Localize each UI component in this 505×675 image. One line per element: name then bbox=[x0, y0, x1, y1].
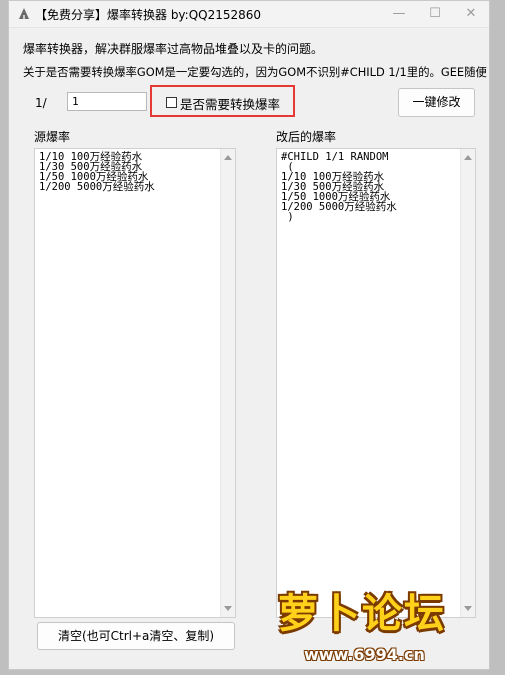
result-rate-line: 1/200 5000万经验药水 bbox=[281, 201, 397, 213]
intro-line-2: 关于是否需要转换爆率GOM是一定要勾选的，因为GOM不识别#CHILD 1/1里… bbox=[23, 65, 487, 79]
rate-prefix-label: 1/ bbox=[35, 96, 47, 110]
minimize-button[interactable]: — bbox=[381, 3, 417, 25]
scroll-down-icon[interactable] bbox=[224, 606, 232, 611]
clear-button[interactable]: 清空(也可Ctrl+a清空、复制) bbox=[37, 622, 235, 650]
title-bar[interactable]: 【免费分享】爆率转换器 by:QQ2152860 — ☐ ✕ bbox=[9, 1, 489, 28]
source-rate-textarea[interactable]: 1/10 100万经验药水 1/30 500万经验药水 1/50 1000万经验药水… bbox=[34, 148, 236, 618]
convert-checkbox[interactable] bbox=[166, 97, 177, 108]
watermark-brand: 萝卜论坛 bbox=[278, 591, 446, 637]
result-rate-line: #CHILD 1/1 RANDOM bbox=[281, 151, 389, 163]
convert-checkbox-label[interactable]: 是否需要转换爆率 bbox=[180, 94, 280, 113]
source-rate-label: 源爆率 bbox=[34, 130, 71, 144]
result-rate-label: 改后的爆率 bbox=[276, 130, 337, 144]
source-scrollbar[interactable] bbox=[220, 149, 235, 617]
convert-option-highlight[interactable]: 是否需要转换爆率 bbox=[150, 85, 295, 117]
rate-input[interactable]: 1 bbox=[67, 92, 147, 111]
result-rate-textarea[interactable]: #CHILD 1/1 RANDOM (1/10 100万经验药水 1/30 500… bbox=[276, 148, 476, 618]
close-button[interactable]: ✕ bbox=[453, 3, 489, 25]
scroll-up-icon[interactable] bbox=[224, 155, 232, 160]
apply-button[interactable]: 一键修改 bbox=[398, 88, 475, 117]
source-rate-content: 1/10 100万经验药水 1/30 500万经验药水 1/50 1000万经验药水… bbox=[39, 152, 155, 193]
result-rate-line: ) bbox=[281, 211, 294, 223]
result-scrollbar[interactable] bbox=[460, 149, 475, 617]
window-title: 【免费分享】爆率转换器 by:QQ2152860 bbox=[35, 8, 262, 22]
converter-window: 【免费分享】爆率转换器 by:QQ2152860 — ☐ ✕ 爆率转换器，解决群… bbox=[8, 0, 490, 670]
app-icon bbox=[19, 8, 29, 19]
source-rate-line: 1/200 5000万经验药水 bbox=[39, 181, 155, 193]
result-rate-content: #CHILD 1/1 RANDOM (1/10 100万经验药水 1/30 500… bbox=[281, 151, 397, 223]
scroll-up-icon[interactable] bbox=[464, 155, 472, 160]
maximize-button[interactable]: ☐ bbox=[417, 3, 453, 25]
watermark-url: www.6994.cn bbox=[304, 645, 425, 664]
intro-line-1: 爆率转换器，解决群服爆率过高物品堆叠以及卡的问题。 bbox=[23, 42, 324, 56]
site-watermark: 萝卜论坛 www.6994.cn bbox=[260, 575, 500, 670]
